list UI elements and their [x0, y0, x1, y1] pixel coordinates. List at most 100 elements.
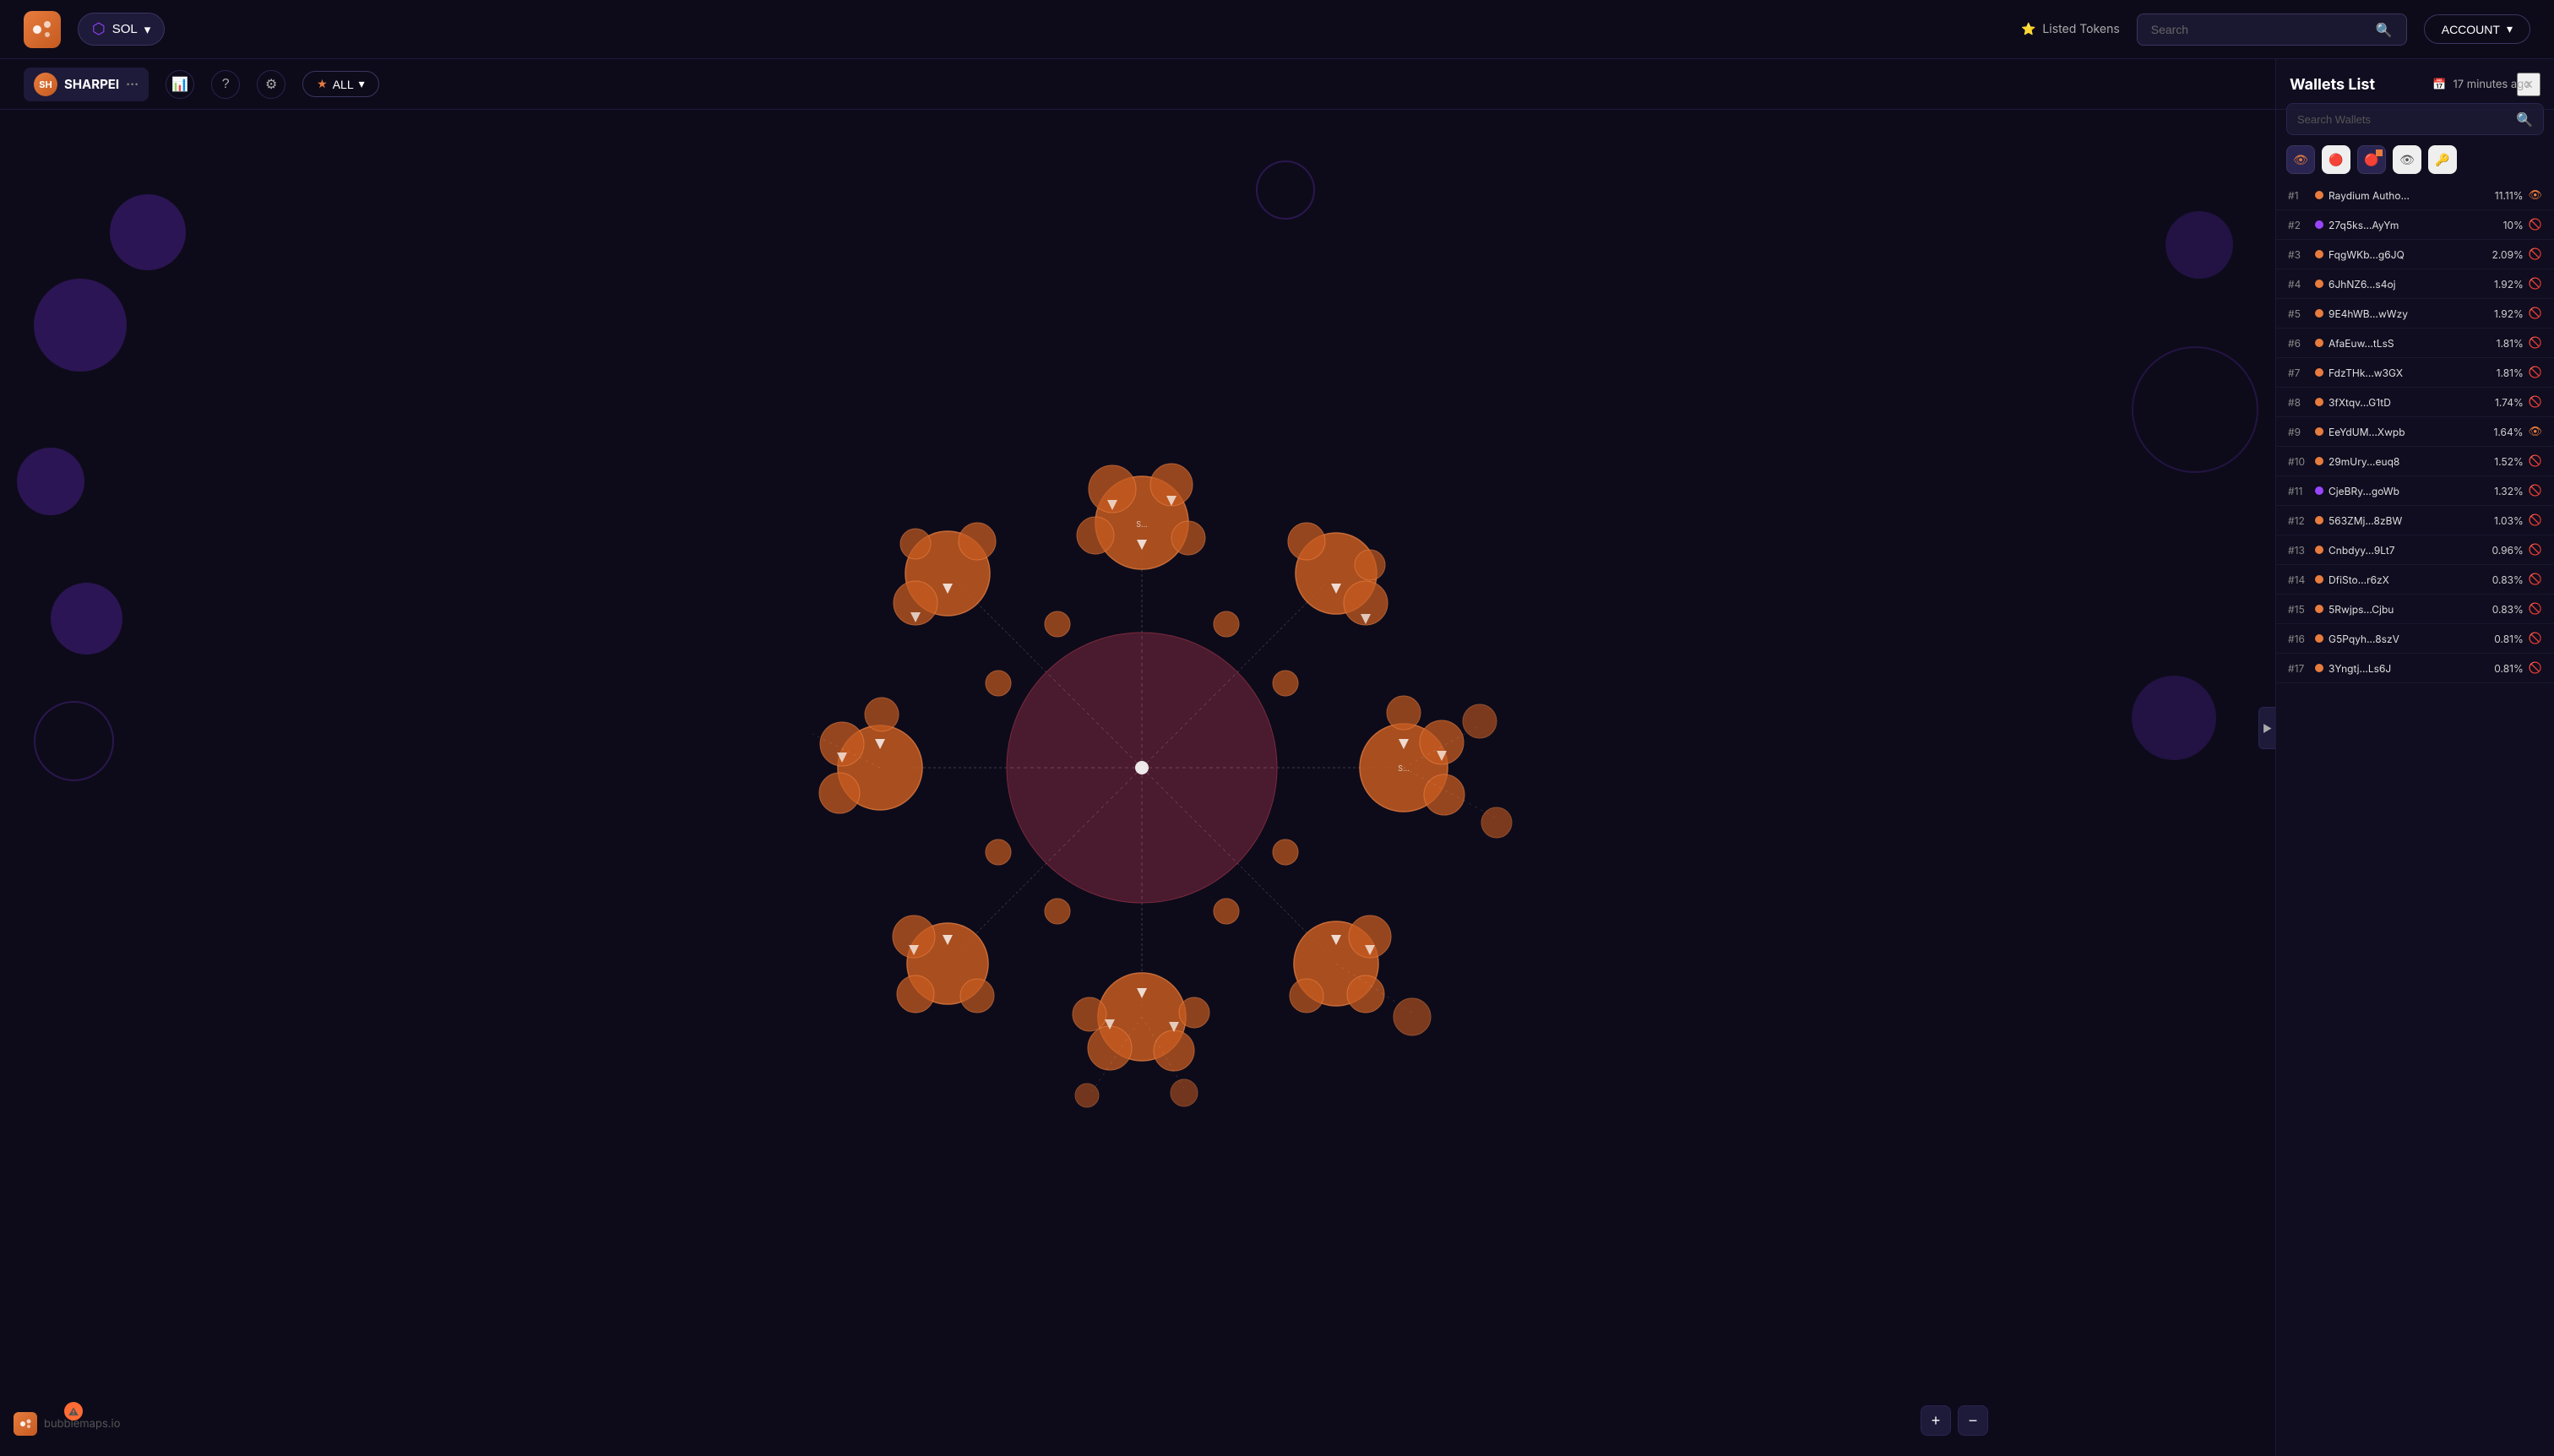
chain-chevron-icon: ▾: [144, 22, 151, 37]
wallet-percentage: 1.32%: [2488, 485, 2524, 497]
wallet-list-item[interactable]: #10 29mUry...euq8 1.52% 🚫: [2276, 447, 2554, 476]
wallet-rank: #11: [2288, 485, 2315, 497]
watermark-label: bubblemaps.io: [44, 1417, 121, 1431]
wallet-visibility-icon[interactable]: 🚫: [2529, 336, 2542, 350]
wallet-rank: #7: [2288, 367, 2315, 379]
top-nav: ⬡ SOL ▾ ⭐ Listed Tokens 🔍 ACCOUNT ▾: [0, 0, 2554, 59]
search-icon: 🔍: [2376, 21, 2393, 38]
wallet-dot: [2315, 368, 2323, 377]
account-button[interactable]: ACCOUNT ▾: [2424, 14, 2530, 44]
wallet-percentage: 0.81%: [2488, 633, 2524, 645]
wallet-dot: [2315, 634, 2323, 643]
wallet-dot: [2315, 605, 2323, 613]
wallets-search-input[interactable]: [2297, 113, 2509, 126]
wallet-visibility-icon[interactable]: 🚫: [2529, 218, 2542, 231]
wallet-visibility-icon[interactable]: 🚫: [2529, 277, 2542, 291]
timestamp-value: 17 minutes ago: [2453, 78, 2531, 91]
wallet-visibility-icon[interactable]: 🚫: [2529, 247, 2542, 261]
wallet-name: 3Yngtj...Ls6J: [2328, 662, 2488, 675]
wallet-name: 3fXtqv...G1tD: [2328, 396, 2488, 409]
wallet-list-item[interactable]: #5 9E4hWB...wWzy 1.92% 🚫: [2276, 299, 2554, 329]
wallet-percentage: 1.92%: [2488, 278, 2524, 291]
wallet-list-item[interactable]: #3 FqgWKb...g6JQ 2.09% 🚫: [2276, 240, 2554, 269]
wallet-percentage: 1.03%: [2488, 514, 2524, 527]
filter-all-button[interactable]: ★ ALL ▾: [302, 71, 379, 97]
wallet-visibility-icon[interactable]: 🚫: [2529, 395, 2542, 409]
filter-eye2-button[interactable]: 👁: [2393, 145, 2421, 174]
star-icon: ★: [317, 77, 328, 91]
wallet-list-item[interactable]: #9 EeYdUM...Xwpb 1.64% 👁: [2276, 417, 2554, 447]
settings-button[interactable]: ⚙: [257, 70, 285, 99]
main-canvas: S... S... + − ⚠ bubblemaps.io: [0, 110, 2284, 1456]
wallet-rank: #9: [2288, 426, 2315, 438]
wallet-percentage: 10%: [2488, 219, 2524, 231]
wallet-visibility-icon[interactable]: 🚫: [2529, 484, 2542, 497]
wallet-list-item[interactable]: #14 DfiSto...r6zX 0.83% 🚫: [2276, 565, 2554, 595]
wallet-list-item[interactable]: #4 6JhNZ6...s4oj 1.92% 🚫: [2276, 269, 2554, 299]
monitor-button[interactable]: 📊: [166, 70, 194, 99]
wallet-visibility-icon[interactable]: 🚫: [2529, 573, 2542, 586]
sol-icon: ⬡: [92, 20, 106, 38]
panel-expand-tab[interactable]: ▶: [2258, 707, 2275, 749]
zoom-out-button[interactable]: −: [1958, 1405, 1988, 1436]
wallet-name: EeYdUM...Xwpb: [2328, 426, 2487, 438]
wallet-visibility-icon[interactable]: 👁: [2528, 188, 2542, 202]
wallet-list-item[interactable]: #8 3fXtqv...G1tD 1.74% 🚫: [2276, 388, 2554, 417]
wallet-dot: [2315, 191, 2323, 199]
wallet-list-item[interactable]: #1 Raydium Autho... 11.11% 👁: [2276, 181, 2554, 210]
bg-circle-8: [1256, 160, 1315, 220]
wallet-list-item[interactable]: #7 FdzTHk...w3GX 1.81% 🚫: [2276, 358, 2554, 388]
wallet-visibility-icon[interactable]: 🚫: [2529, 366, 2542, 379]
wallet-visibility-icon[interactable]: 🚫: [2529, 543, 2542, 557]
global-search[interactable]: 🔍: [2137, 14, 2407, 46]
wallet-list-item[interactable]: #2 27q5ks...AyYm 10% 🚫: [2276, 210, 2554, 240]
expand-icon: ▶: [2263, 722, 2272, 735]
wallet-rank: #6: [2288, 337, 2315, 350]
wallet-percentage: 0.83%: [2488, 603, 2524, 616]
wallet-name: 563ZMj...8zBW: [2328, 514, 2488, 527]
wallet-rank: #14: [2288, 573, 2315, 586]
filter-key-button[interactable]: 🔑: [2428, 145, 2457, 174]
wallet-rank: #16: [2288, 633, 2315, 645]
wallet-list-item[interactable]: #11 CjeBRy...goWb 1.32% 🚫: [2276, 476, 2554, 506]
wallet-dot: [2315, 427, 2323, 436]
bg-circle-7: [2132, 676, 2216, 760]
wallet-name: DfiSto...r6zX: [2328, 573, 2488, 586]
help-button[interactable]: ?: [211, 70, 240, 99]
wallet-list-item[interactable]: #16 G5Pqyh...8szV 0.81% 🚫: [2276, 624, 2554, 654]
bubble-map-svg[interactable]: S... S...: [762, 388, 1522, 1148]
wallet-visibility-icon[interactable]: 👁: [2528, 425, 2542, 438]
filter-eye-button[interactable]: 👁: [2286, 145, 2315, 174]
wallet-name: 6JhNZ6...s4oj: [2328, 278, 2488, 291]
wallet-list-item[interactable]: #6 AfaEuw...tLsS 1.81% 🚫: [2276, 329, 2554, 358]
wallet-list-item[interactable]: #12 563ZMj...8zBW 1.03% 🚫: [2276, 506, 2554, 535]
wallet-visibility-icon[interactable]: 🚫: [2529, 307, 2542, 320]
svg-text:S...: S...: [1136, 520, 1148, 530]
filter-label: ALL: [333, 78, 354, 91]
listed-tokens-link[interactable]: ⭐ Listed Tokens: [2021, 22, 2120, 36]
wallet-percentage: 1.81%: [2488, 337, 2524, 350]
bg-circle-3: [17, 448, 84, 515]
search-input[interactable]: [2151, 23, 2367, 36]
wallet-list-item[interactable]: #17 3Yngtj...Ls6J 0.81% 🚫: [2276, 654, 2554, 683]
subbar: SH SHARPEI ··· 📊 ? ⚙ ★ ALL ▾ 📅 17 minute…: [0, 59, 2554, 110]
wallet-dot: [2315, 398, 2323, 406]
wallet-visibility-icon[interactable]: 🚫: [2529, 513, 2542, 527]
filter-chevron-icon: ▾: [359, 77, 365, 91]
filter-red1-button[interactable]: 🔴: [2322, 145, 2350, 174]
filter-red2-button[interactable]: 🔴: [2357, 145, 2386, 174]
wallet-visibility-icon[interactable]: 🚫: [2529, 454, 2542, 468]
wallet-list-item[interactable]: #13 Cnbdyy...9Lt7 0.96% 🚫: [2276, 535, 2554, 565]
chain-selector[interactable]: ⬡ SOL ▾: [78, 13, 165, 46]
bg-circle-6: [2165, 211, 2233, 279]
zoom-in-button[interactable]: +: [1921, 1405, 1951, 1436]
calendar-icon: 📅: [2432, 78, 2446, 91]
bg-circle-9: [2132, 346, 2258, 473]
wallet-rank: #17: [2288, 662, 2315, 675]
wallet-visibility-icon[interactable]: 🚫: [2529, 602, 2542, 616]
wallet-visibility-icon[interactable]: 🚫: [2529, 632, 2542, 645]
listed-tokens-icon: ⭐: [2021, 22, 2035, 36]
wallet-visibility-icon[interactable]: 🚫: [2529, 661, 2542, 675]
wallet-name: 29mUry...euq8: [2328, 455, 2488, 468]
wallet-list-item[interactable]: #15 5Rwjps...Cjbu 0.83% 🚫: [2276, 595, 2554, 624]
